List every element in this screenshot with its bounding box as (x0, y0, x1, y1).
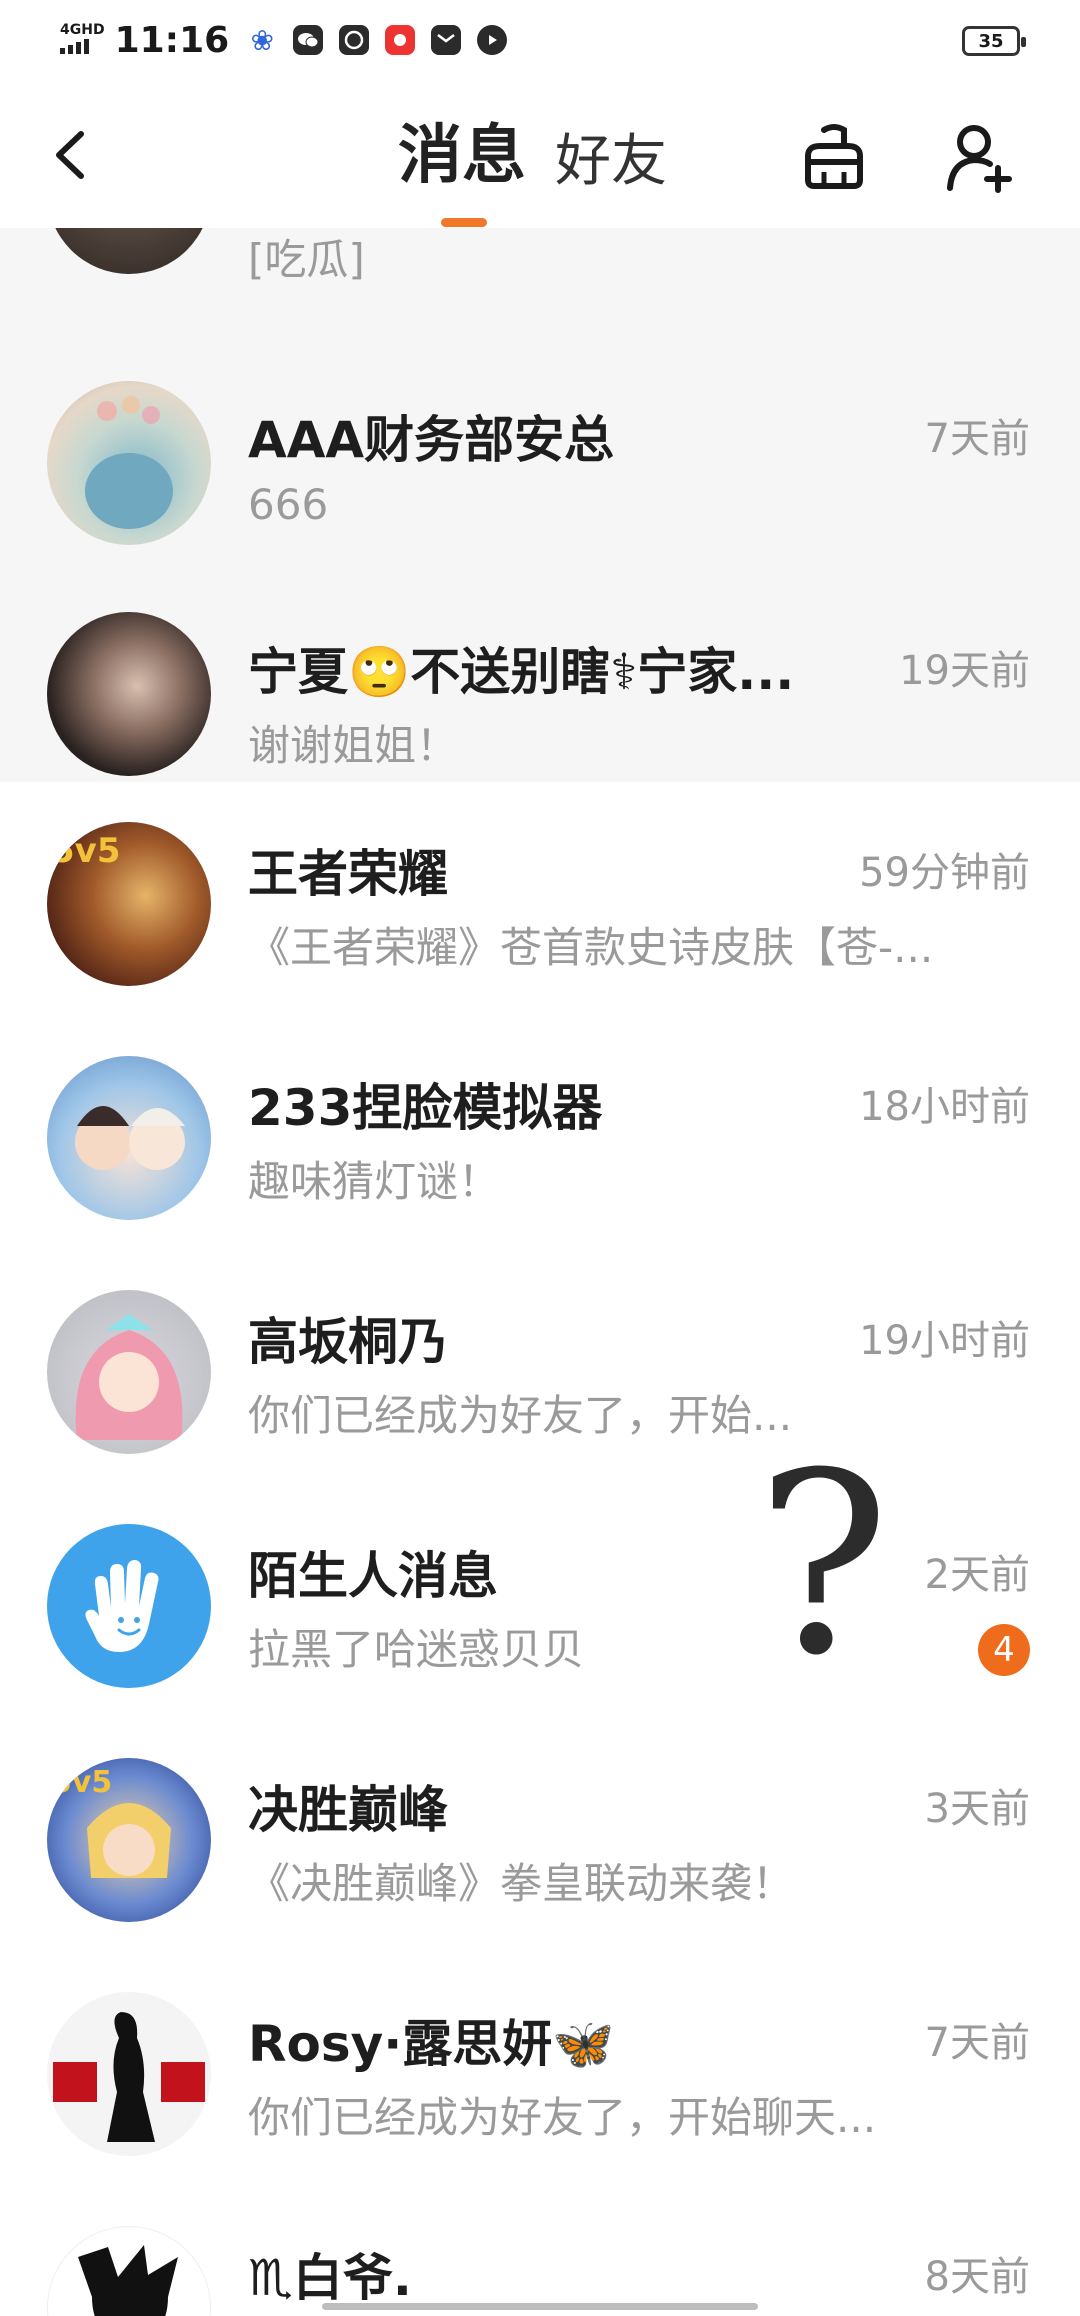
unread-badge: 4 (978, 1624, 1030, 1676)
clean-messages-button[interactable] (794, 118, 874, 198)
avatar: 5v5 (47, 1758, 211, 1922)
list-item-name: ♏白爷. (248, 2249, 412, 2307)
wave-hand-icon (85, 1560, 159, 1652)
active-tab-indicator (441, 218, 487, 227)
add-friend-button[interactable] (940, 118, 1020, 198)
list-item-name: 决胜巅峰 (248, 1781, 448, 1839)
wechat-icon (293, 25, 324, 55)
list-item-preview: 666 (248, 480, 329, 529)
list-item[interactable]: 5v5 决胜巅峰 3天前 《决胜巅峰》拳皇联动来袭！ (0, 1718, 1080, 1952)
list-item[interactable]: ♏白爷. 8天前 (0, 2186, 1080, 2316)
list-item-preview: 谢谢姐姐！ (248, 721, 459, 770)
add-user-icon (947, 125, 1012, 193)
list-item-time: 2天前 (924, 1552, 1030, 1598)
list-item[interactable]: AAA财务部安总 7天前 666 (0, 348, 1080, 582)
battery-icon: 35 (962, 26, 1026, 56)
avatar (47, 2226, 211, 2316)
list-item-time: 3天前 (924, 1786, 1030, 1832)
tab-friends[interactable]: 好友 (555, 122, 667, 202)
svg-text:5v5: 5v5 (51, 831, 120, 871)
list-item-time: 7天前 (924, 2020, 1030, 2066)
list-item-preview: 你们已经成为好友了，开始... (248, 1391, 793, 1440)
network-indicator: 4GHD (60, 22, 105, 58)
list-item[interactable]: 高坂桐乃 19小时前 你们已经成为好友了，开始... (0, 1250, 1080, 1484)
list-item-name: AAA财务部安总 (248, 411, 615, 469)
list-item[interactable]: 陌生人消息 2天前 拉黑了哈迷惑贝贝 4 (0, 1484, 1080, 1718)
list-item-time: 18小时前 (859, 1084, 1030, 1130)
list-item-preview: 拉黑了哈迷惑贝贝 (248, 1625, 585, 1674)
signal-icon (60, 38, 105, 58)
avatar (47, 228, 211, 274)
network-type: 4GHD (60, 22, 105, 38)
list-item-time: 59分钟前 (859, 850, 1030, 896)
list-item-name: Rosy·露思妍🦋 (248, 2015, 615, 2073)
home-indicator[interactable] (322, 2303, 758, 2310)
list-item[interactable]: 宁夏🙄不送别瞎⚕宁家... 19天前 谢谢姐姐！ (0, 582, 1080, 782)
back-button[interactable] (45, 120, 105, 190)
avatar (47, 1056, 211, 1220)
avatar (47, 1992, 211, 2156)
broom-icon (805, 124, 863, 189)
list-item-preview: [吃瓜] (248, 235, 365, 284)
list-item-time: 19小时前 (859, 1318, 1030, 1364)
avatar (47, 1524, 211, 1688)
avatar: 5v5 (47, 822, 211, 986)
list-item[interactable]: 233捏脸模拟器 18小时前 趣味猜灯谜！ (0, 1016, 1080, 1250)
list-item-preview: 趣味猜灯谜！ (248, 1157, 501, 1206)
list-item-time: 8天前 (924, 2254, 1030, 2300)
list-item[interactable]: 5v5 王者荣耀 59分钟前 《王者荣耀》苍首款史诗皮肤【苍-... (0, 782, 1080, 1016)
app-notification-icon (385, 25, 416, 55)
status-time: 11:16 (114, 19, 230, 61)
mail-icon (431, 25, 462, 55)
play-icon (477, 25, 508, 55)
header: 消息 好友 (0, 80, 1080, 228)
baidu-paw-icon: ❀ (250, 23, 274, 57)
avatar (47, 1290, 211, 1454)
list-item-name: 宁夏🙄不送别瞎⚕宁家... (248, 643, 795, 701)
list-item-name: 陌生人消息 (248, 1547, 498, 1605)
list-item[interactable]: Rosy·露思妍🦋 7天前 你们已经成为好友了，开始聊天... (0, 1952, 1080, 2186)
qq-icon (339, 25, 370, 55)
list-item-name: 王者荣耀 (248, 845, 448, 903)
list-item-name: 233捏脸模拟器 (248, 1079, 603, 1137)
question-mark-annotation: ? (756, 1419, 891, 1710)
battery-level: 35 (978, 30, 1004, 52)
avatar (47, 381, 211, 545)
list-item-preview: 你们已经成为好友了，开始聊天... (248, 2093, 877, 2142)
svg-text:5v5: 5v5 (51, 1765, 112, 1800)
list-item-time: 7天前 (924, 416, 1030, 462)
list-item[interactable]: [吃瓜] (0, 228, 1080, 348)
list-item-time: 19天前 (899, 648, 1030, 694)
list-item-name: 高坂桐乃 (248, 1313, 448, 1371)
chevron-left-icon (56, 131, 84, 179)
avatar (47, 612, 211, 776)
list-item-preview: 《决胜巅峰》拳皇联动来袭！ (248, 1859, 795, 1908)
tab-messages[interactable]: 消息 (398, 116, 526, 196)
list-item-preview: 《王者荣耀》苍首款史诗皮肤【苍-... (248, 923, 934, 972)
status-bar: 4GHD 11:16 ❀ 35 (0, 0, 1080, 80)
